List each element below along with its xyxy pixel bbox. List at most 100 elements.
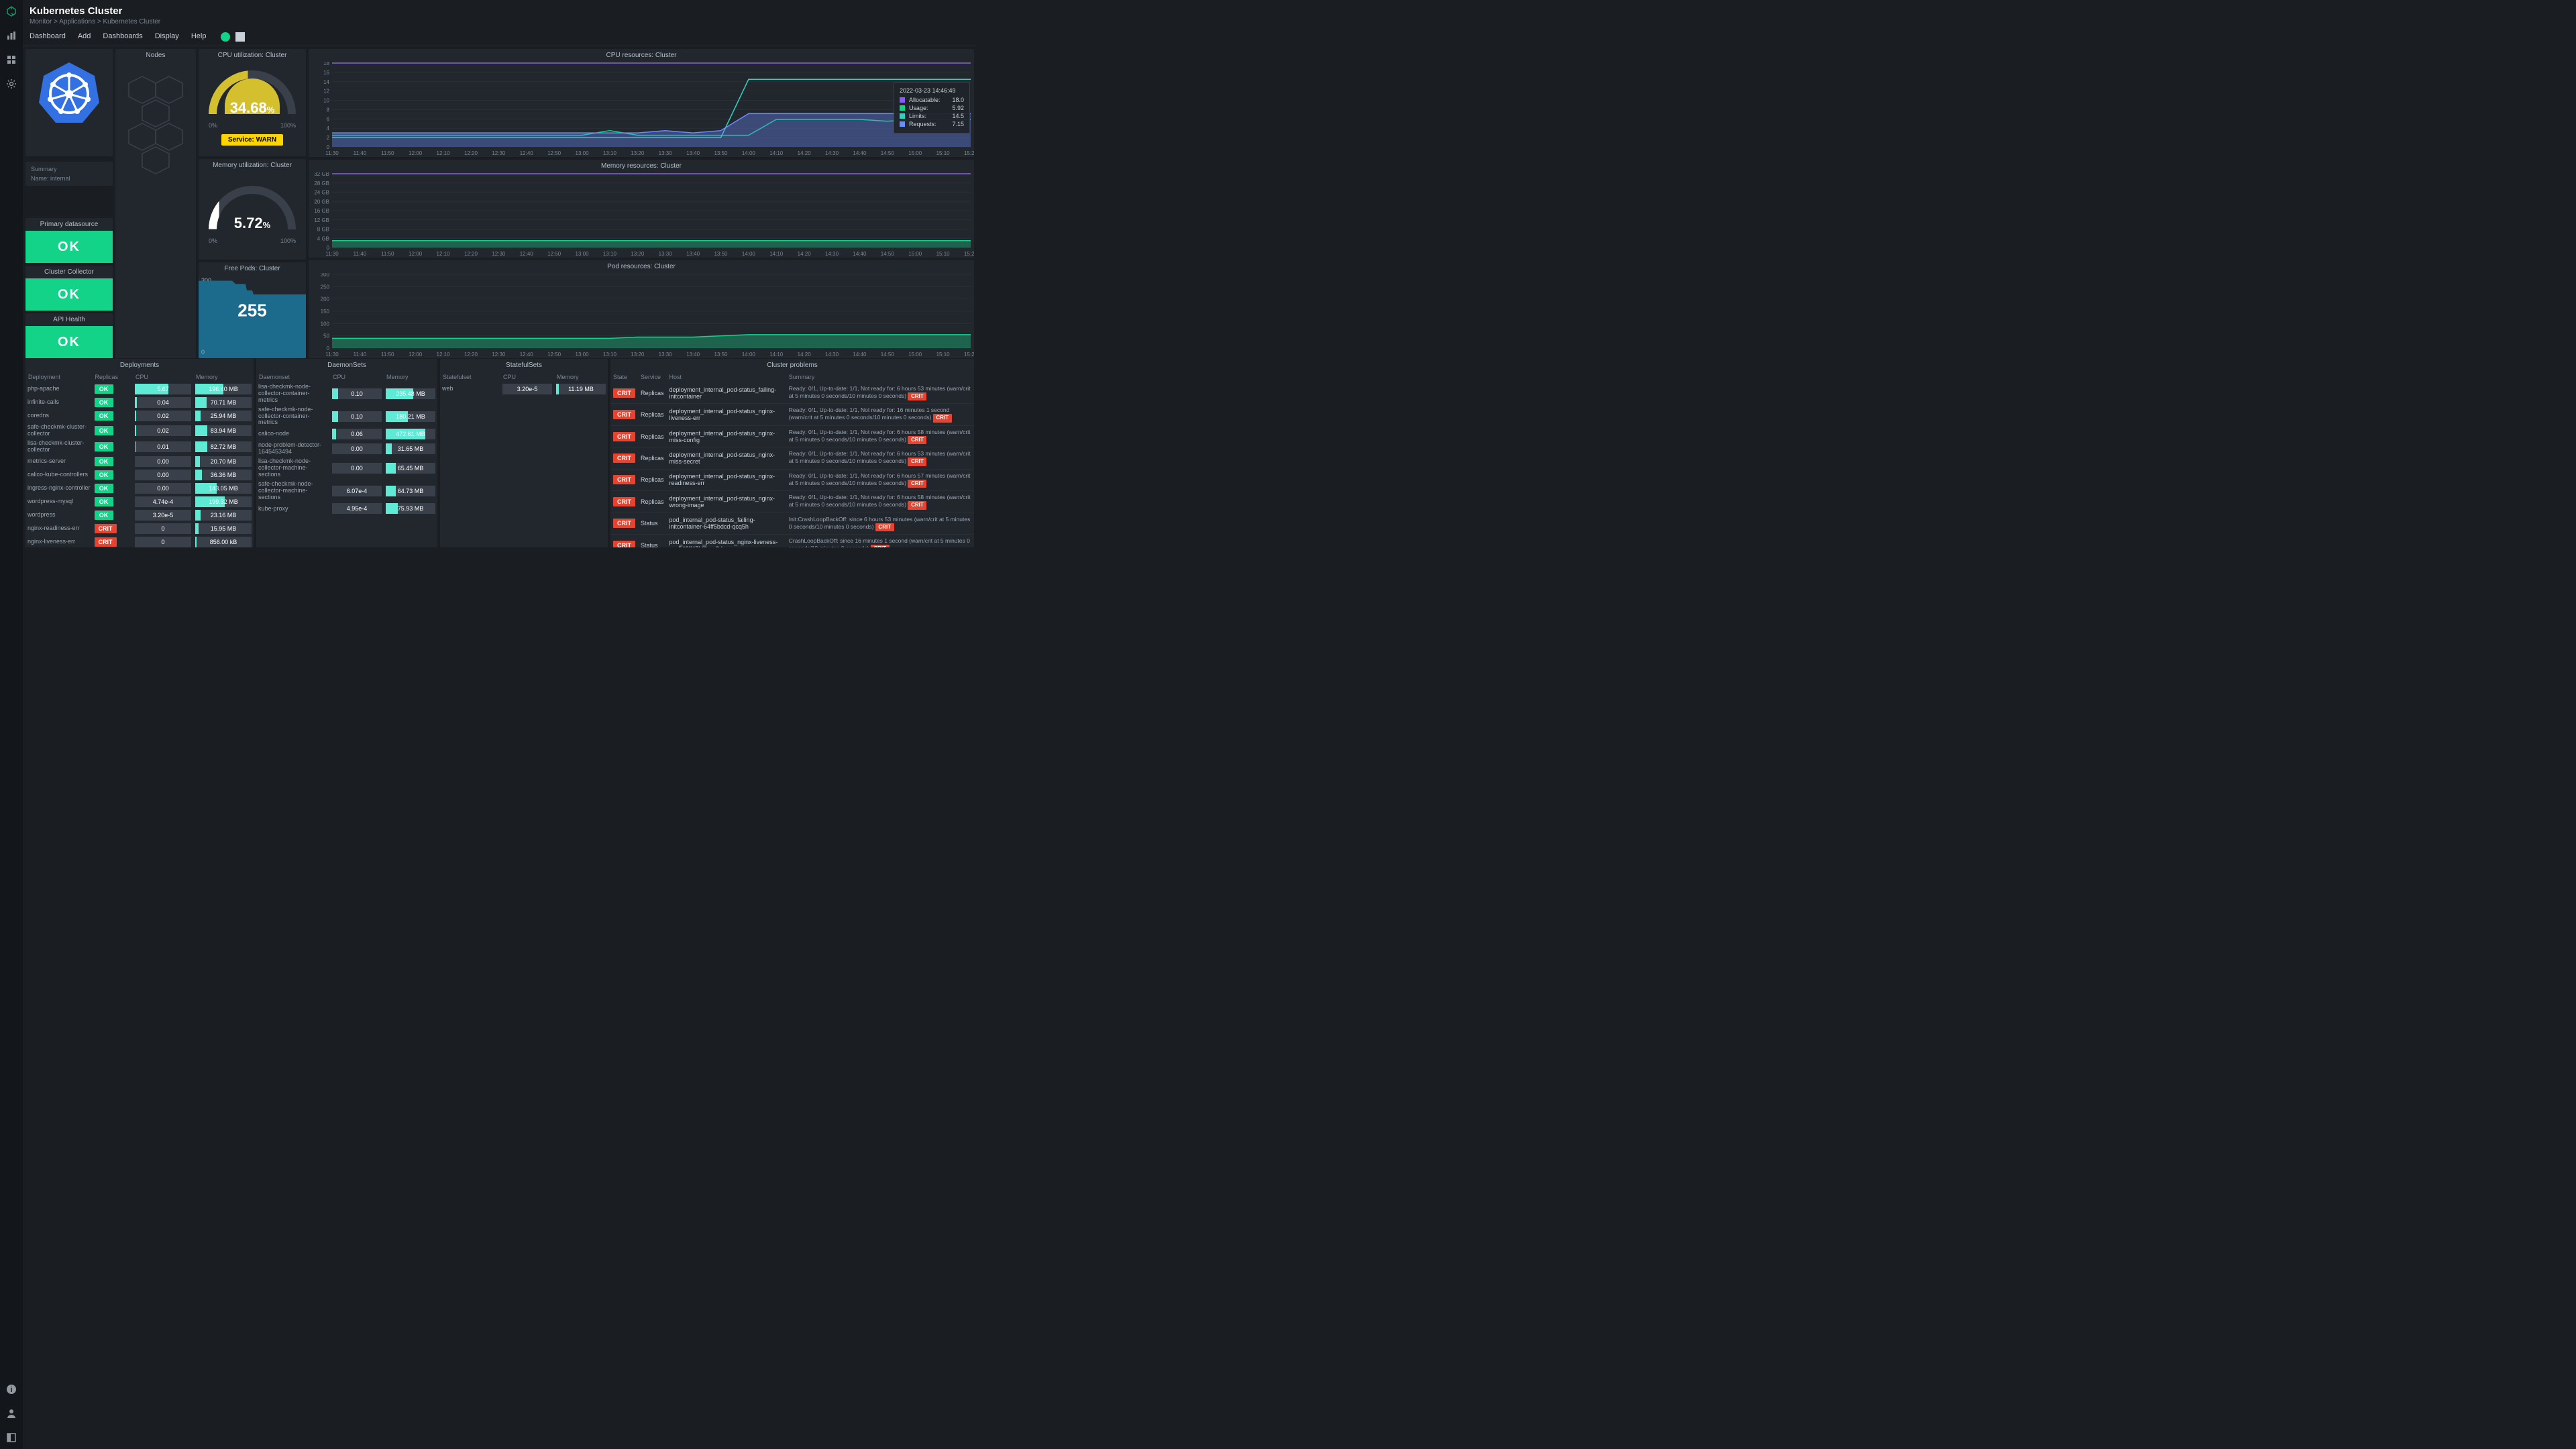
svg-text:12:40: 12:40 [520,150,534,156]
table-row[interactable]: CRITStatuspod_internal_pod-status_failin… [610,513,974,534]
table-row[interactable]: CRITReplicasdeployment_internal_pod-stat… [610,404,974,425]
svg-text:14:00: 14:00 [742,150,756,156]
svg-text:14:30: 14:30 [825,251,839,257]
svg-text:16: 16 [323,70,329,76]
svg-text:11:50: 11:50 [381,352,394,358]
svg-text:12:00: 12:00 [409,352,423,358]
table-row[interactable]: CRITReplicasdeployment_internal_pod-stat… [610,447,974,469]
svg-text:4 GB: 4 GB [317,235,329,241]
table-row[interactable]: lisa-checkmk-node-collector-machine-sect… [256,457,437,480]
svg-text:12:50: 12:50 [547,352,561,358]
svg-text:28 GB: 28 GB [314,180,329,186]
summary-panel: Summary Name: internal [25,162,113,186]
svg-text:13:30: 13:30 [659,352,673,358]
daemonsets-table: DaemonSets DaemonsetCPUMemorylisa-checkm… [256,359,437,547]
svg-text:12:00: 12:00 [409,150,423,156]
pod-resources-chart[interactable]: Pod resources: Cluster 05010015020025030… [309,260,974,358]
svg-text:12:20: 12:20 [464,150,478,156]
table-row[interactable]: php-apacheOK5.67196.40 MB [25,382,254,396]
svg-text:20 GB: 20 GB [314,199,329,205]
svg-text:0: 0 [327,345,330,352]
table-row[interactable]: CRITReplicasdeployment_internal_pod-stat… [610,425,974,447]
calendar-icon[interactable] [235,32,245,42]
table-row[interactable]: safe-checkmk-cluster-collectorOK0.0283.9… [25,423,254,439]
svg-text:14:50: 14:50 [881,352,895,358]
toolbar-display[interactable]: Display [155,32,179,42]
table-row[interactable]: web3.20e-511.19 MB [440,382,608,396]
svg-text:12:50: 12:50 [547,150,561,156]
breadcrumb: Monitor > Applications > Kubernetes Clus… [30,18,970,25]
svg-text:15:20: 15:20 [964,352,974,358]
chart-legend: 2022-03-23 14:46:49 Allocatable:18.0Usag… [894,83,970,133]
svg-text:13:40: 13:40 [686,251,700,257]
svg-text:6: 6 [327,116,330,122]
svg-text:12 GB: 12 GB [314,217,329,223]
svg-text:12:00: 12:00 [409,251,423,257]
logo-icon[interactable] [5,5,17,17]
toolbar-dashboards[interactable]: Dashboards [103,32,142,42]
toolbar-add[interactable]: Add [78,32,91,42]
summary-heading: Summary [31,166,107,172]
svg-text:13:30: 13:30 [659,251,673,257]
svg-text:14:10: 14:10 [769,352,784,358]
svg-text:14:50: 14:50 [881,150,895,156]
svg-text:13:50: 13:50 [714,150,728,156]
svg-text:15:10: 15:10 [936,251,951,257]
svg-text:11:30: 11:30 [325,150,339,156]
nodes-hexgrid [122,70,189,204]
monitor-icon[interactable] [5,30,17,42]
table-row[interactable]: lisa-checkmk-cluster-collectorOK0.0182.7… [25,439,254,455]
svg-text:13:00: 13:00 [576,251,590,257]
svg-text:15:20: 15:20 [964,251,974,257]
table-row[interactable]: CRITStatuspod_internal_pod-status_nginx-… [610,535,974,547]
svg-text:13:20: 13:20 [631,352,645,358]
table-row[interactable]: safe-checkmk-node-collector-machine-sect… [256,480,437,502]
table-row[interactable]: calico-kube-controllersOK0.0036.36 MB [25,468,254,482]
svg-text:15:00: 15:00 [908,352,922,358]
panel-icon[interactable] [5,1432,17,1444]
refresh-icon[interactable] [221,32,230,42]
table-row[interactable]: CRITReplicasdeployment_internal_pod-stat… [610,491,974,513]
table-row[interactable]: safe-checkmk-node-collector-container-me… [256,405,437,428]
table-row[interactable]: infinite-callsOK0.0470.71 MB [25,396,254,409]
user-icon[interactable] [5,1407,17,1419]
svg-text:14:20: 14:20 [798,150,812,156]
toolbar-dashboard[interactable]: Dashboard [30,32,66,42]
svg-text:8: 8 [327,107,330,113]
svg-text:16 GB: 16 GB [314,208,329,214]
info-icon[interactable]: i [5,1383,17,1395]
svg-text:14:10: 14:10 [769,150,784,156]
svg-text:11:50: 11:50 [381,150,394,156]
svg-text:11:40: 11:40 [354,251,367,257]
svg-text:0: 0 [327,144,330,150]
svg-text:14:40: 14:40 [853,251,867,257]
table-row[interactable]: corednsOK0.0225.94 MB [25,409,254,423]
table-row[interactable]: wordpressOK3.20e-523.16 MB [25,508,254,522]
table-row[interactable]: kube-proxy4.95e-475.93 MB [256,502,437,515]
svg-text:13:50: 13:50 [714,251,728,257]
svg-text:15:20: 15:20 [964,150,974,156]
table-row[interactable]: lisa-checkmk-node-collector-container-me… [256,382,437,405]
table-row[interactable]: metrics-serverOK0.0020.70 MB [25,455,254,468]
table-row[interactable]: CRITReplicasdeployment_internal_pod-stat… [610,382,974,404]
apps-icon[interactable] [5,54,17,66]
memory-resources-chart[interactable]: Memory resources: Cluster 04 GB8 GB12 GB… [309,160,974,258]
svg-text:13:30: 13:30 [659,150,673,156]
table-row[interactable]: ingress-nginx-controllerOK0.00143.05 MB [25,482,254,495]
svg-text:12:10: 12:10 [437,352,451,358]
table-row[interactable]: nginx-liveness-errCRIT0856.00 kB [25,535,254,547]
table-row[interactable]: CRITReplicasdeployment_internal_pod-stat… [610,469,974,490]
toolbar-help[interactable]: Help [191,32,207,42]
gear-icon[interactable] [5,78,17,90]
table-row[interactable]: nginx-readiness-errCRIT015.95 MB [25,522,254,535]
cpu-resources-chart[interactable]: CPU resources: Cluster 02468101214161811… [309,49,974,157]
svg-text:12:50: 12:50 [547,251,561,257]
svg-text:100: 100 [321,321,330,327]
table-row[interactable]: calico-node0.06472.61 MB [256,427,437,441]
svg-text:14:30: 14:30 [825,150,839,156]
svg-text:12:10: 12:10 [437,251,451,257]
table-row[interactable]: node-problem-detector-16454534940.0031.6… [256,441,437,457]
svg-text:12:40: 12:40 [520,352,534,358]
svg-text:15:10: 15:10 [936,150,951,156]
table-row[interactable]: wordpress-mysqlOK4.74e-4199.32 MB [25,495,254,508]
